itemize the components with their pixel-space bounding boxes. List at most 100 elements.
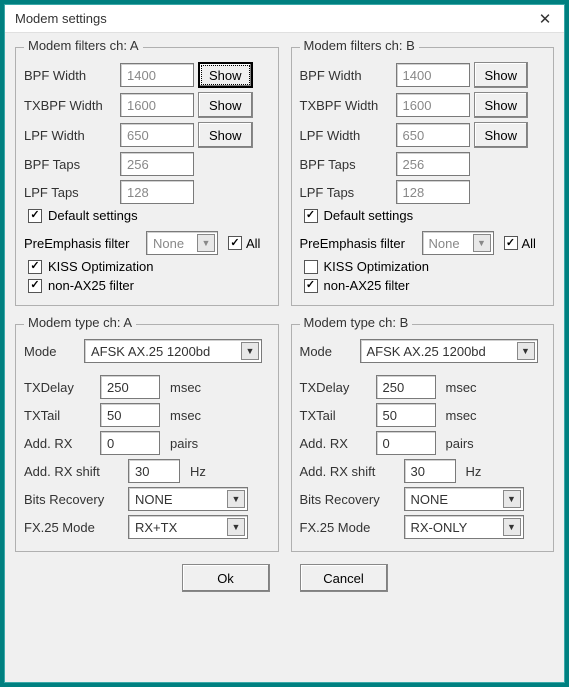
preemph-select-a[interactable]: None ▼ bbox=[146, 231, 218, 255]
bpf-width-label-a: BPF Width bbox=[24, 68, 116, 83]
legend-filters-a: Modem filters ch: A bbox=[24, 38, 143, 53]
preemph-label-b: PreEmphasis filter bbox=[300, 236, 418, 251]
default-settings-label-a: Default settings bbox=[48, 208, 138, 223]
msec-unit: msec bbox=[170, 408, 201, 423]
chevron-down-icon: ▼ bbox=[503, 518, 521, 536]
bpf-taps-label-a: BPF Taps bbox=[24, 157, 116, 172]
lpf-width-label-a: LPF Width bbox=[24, 128, 116, 143]
legend-type-b: Modem type ch: B bbox=[300, 315, 413, 330]
addrx-label-a: Add. RX bbox=[24, 436, 96, 451]
bitsrec-label-b: Bits Recovery bbox=[300, 492, 400, 507]
addrx-label-b: Add. RX bbox=[300, 436, 372, 451]
default-settings-checkbox-b[interactable] bbox=[304, 209, 318, 223]
pairs-unit: pairs bbox=[170, 436, 198, 451]
window-title: Modem settings bbox=[15, 11, 107, 26]
lpf-width-input-b[interactable] bbox=[396, 123, 470, 147]
all-checkbox-a[interactable] bbox=[228, 236, 242, 250]
chevron-down-icon: ▼ bbox=[517, 342, 535, 360]
show-bpf-button-a[interactable]: Show bbox=[198, 62, 253, 88]
all-checkbox-b[interactable] bbox=[504, 236, 518, 250]
legend-filters-b: Modem filters ch: B bbox=[300, 38, 419, 53]
mode-label-a: Mode bbox=[24, 344, 80, 359]
fx25-select-a[interactable]: RX+TX ▼ bbox=[128, 515, 248, 539]
group-type-a: Modem type ch: A Mode AFSK AX.25 1200bd … bbox=[15, 324, 279, 552]
bpf-taps-input-a[interactable] bbox=[120, 152, 194, 176]
close-icon[interactable]: ✕ bbox=[534, 8, 556, 30]
addrxshift-label-a: Add. RX shift bbox=[24, 464, 124, 479]
lpf-taps-input-a[interactable] bbox=[120, 180, 194, 204]
msec-unit: msec bbox=[446, 380, 477, 395]
nonax25-label-a: non-AX25 filter bbox=[48, 278, 134, 293]
txbpf-width-label-b: TXBPF Width bbox=[300, 98, 392, 113]
chevron-down-icon: ▼ bbox=[197, 234, 215, 252]
bpf-taps-label-b: BPF Taps bbox=[300, 157, 392, 172]
fx25-select-b[interactable]: RX-ONLY ▼ bbox=[404, 515, 524, 539]
txbpf-width-input-a[interactable] bbox=[120, 93, 194, 117]
default-settings-checkbox-a[interactable] bbox=[28, 209, 42, 223]
group-filters-a: Modem filters ch: A BPF Width Show TXBPF… bbox=[15, 47, 279, 306]
default-settings-label-b: Default settings bbox=[324, 208, 414, 223]
group-filters-b: Modem filters ch: B BPF Width Show TXBPF… bbox=[291, 47, 555, 306]
show-txbpf-button-a[interactable]: Show bbox=[198, 92, 253, 118]
kiss-checkbox-b[interactable] bbox=[304, 260, 318, 274]
lpf-width-label-b: LPF Width bbox=[300, 128, 392, 143]
show-lpf-button-b[interactable]: Show bbox=[474, 122, 529, 148]
txtail-label-b: TXTail bbox=[300, 408, 372, 423]
addrxshift-label-b: Add. RX shift bbox=[300, 464, 400, 479]
kiss-label-b: KISS Optimization bbox=[324, 259, 430, 274]
cancel-button[interactable]: Cancel bbox=[300, 564, 388, 592]
txdelay-input-a[interactable] bbox=[100, 375, 160, 399]
msec-unit: msec bbox=[446, 408, 477, 423]
lpf-width-input-a[interactable] bbox=[120, 123, 194, 147]
txbpf-width-label-a: TXBPF Width bbox=[24, 98, 116, 113]
legend-type-a: Modem type ch: A bbox=[24, 315, 136, 330]
show-lpf-button-a[interactable]: Show bbox=[198, 122, 253, 148]
chevron-down-icon: ▼ bbox=[227, 490, 245, 508]
group-type-b: Modem type ch: B Mode AFSK AX.25 1200bd … bbox=[291, 324, 555, 552]
txdelay-label-b: TXDelay bbox=[300, 380, 372, 395]
all-label-b: All bbox=[522, 236, 536, 251]
bpf-width-label-b: BPF Width bbox=[300, 68, 392, 83]
lpf-taps-label-a: LPF Taps bbox=[24, 185, 116, 200]
show-txbpf-button-b[interactable]: Show bbox=[474, 92, 529, 118]
chevron-down-icon: ▼ bbox=[503, 490, 521, 508]
nonax25-checkbox-a[interactable] bbox=[28, 279, 42, 293]
msec-unit: msec bbox=[170, 380, 201, 395]
titlebar: Modem settings ✕ bbox=[5, 5, 564, 33]
modem-settings-window: Modem settings ✕ Modem filters ch: A BPF… bbox=[4, 4, 565, 683]
fx25-label-a: FX.25 Mode bbox=[24, 520, 124, 535]
chevron-down-icon: ▼ bbox=[227, 518, 245, 536]
preemph-label-a: PreEmphasis filter bbox=[24, 236, 142, 251]
txtail-label-a: TXTail bbox=[24, 408, 96, 423]
pairs-unit: pairs bbox=[446, 436, 474, 451]
lpf-taps-input-b[interactable] bbox=[396, 180, 470, 204]
kiss-label-a: KISS Optimization bbox=[48, 259, 154, 274]
preemph-select-b[interactable]: None ▼ bbox=[422, 231, 494, 255]
addrxshift-input-a[interactable] bbox=[128, 459, 180, 483]
bitsrec-label-a: Bits Recovery bbox=[24, 492, 124, 507]
mode-select-b[interactable]: AFSK AX.25 1200bd ▼ bbox=[360, 339, 538, 363]
show-bpf-button-b[interactable]: Show bbox=[474, 62, 529, 88]
bitsrec-select-b[interactable]: NONE ▼ bbox=[404, 487, 524, 511]
hz-unit: Hz bbox=[466, 464, 482, 479]
ok-button[interactable]: Ok bbox=[182, 564, 270, 592]
nonax25-checkbox-b[interactable] bbox=[304, 279, 318, 293]
bpf-width-input-b[interactable] bbox=[396, 63, 470, 87]
txtail-input-b[interactable] bbox=[376, 403, 436, 427]
txdelay-input-b[interactable] bbox=[376, 375, 436, 399]
chevron-down-icon: ▼ bbox=[241, 342, 259, 360]
hz-unit: Hz bbox=[190, 464, 206, 479]
bitsrec-select-a[interactable]: NONE ▼ bbox=[128, 487, 248, 511]
addrx-input-b[interactable] bbox=[376, 431, 436, 455]
kiss-checkbox-a[interactable] bbox=[28, 260, 42, 274]
bpf-taps-input-b[interactable] bbox=[396, 152, 470, 176]
addrxshift-input-b[interactable] bbox=[404, 459, 456, 483]
all-label-a: All bbox=[246, 236, 260, 251]
bpf-width-input-a[interactable] bbox=[120, 63, 194, 87]
txdelay-label-a: TXDelay bbox=[24, 380, 96, 395]
addrx-input-a[interactable] bbox=[100, 431, 160, 455]
txtail-input-a[interactable] bbox=[100, 403, 160, 427]
txbpf-width-input-b[interactable] bbox=[396, 93, 470, 117]
mode-select-a[interactable]: AFSK AX.25 1200bd ▼ bbox=[84, 339, 262, 363]
fx25-label-b: FX.25 Mode bbox=[300, 520, 400, 535]
